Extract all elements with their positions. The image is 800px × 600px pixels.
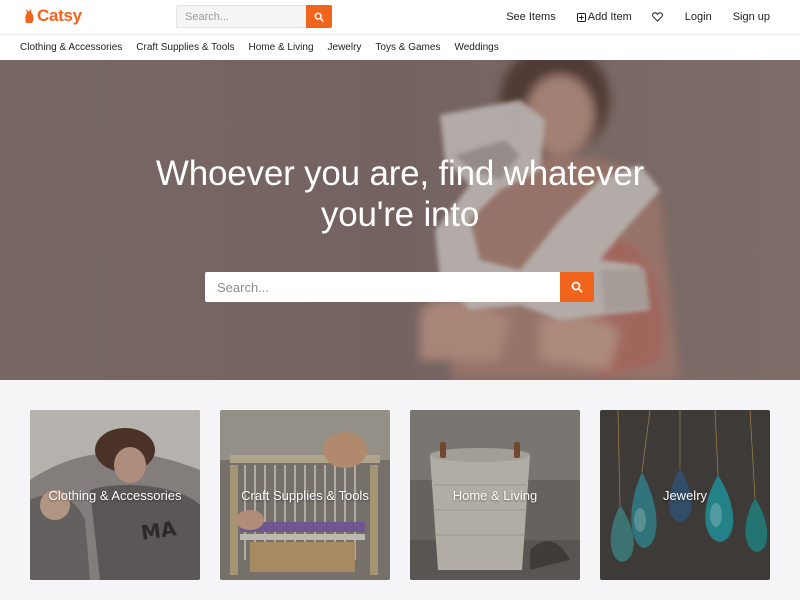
category-link-clothing[interactable]: Clothing & Accessories — [20, 42, 122, 53]
hero-title: Whoever you are, find whatever you're in… — [0, 153, 800, 235]
catsy-logo[interactable]: Catsy — [24, 6, 82, 26]
hero-title-line-1: Whoever you are, find whatever — [155, 154, 645, 193]
see-items-link[interactable]: See Items — [506, 11, 556, 23]
header-search — [176, 5, 332, 28]
header-search-button[interactable] — [306, 5, 332, 28]
brand-name: Catsy — [37, 6, 82, 25]
header-nav: See Items Add Item Login Sign up — [506, 0, 770, 34]
category-link-toys-games[interactable]: Toys & Games — [375, 42, 440, 53]
cat-silhouette-icon — [25, 9, 34, 23]
hero-search-input[interactable] — [205, 272, 560, 302]
tile-label-jewelry: Jewelry — [662, 488, 708, 503]
tile-label-craft-supplies: Craft Supplies & Tools — [241, 488, 369, 503]
tile-label-home-living: Home & Living — [452, 488, 538, 503]
category-tile-jewelry[interactable]: Jewelry — [600, 410, 770, 580]
category-tile-craft-supplies[interactable]: Craft Supplies & Tools — [220, 410, 390, 580]
search-icon — [571, 281, 583, 293]
category-tiles-section: MA Clothing & Accessories Craft Supplies… — [0, 380, 800, 600]
category-tile-home-living[interactable]: Home & Living — [410, 410, 580, 580]
hero-title-line-2: you're into — [320, 195, 480, 234]
tile-label-clothing: Clothing & Accessories — [48, 488, 182, 503]
heart-icon — [651, 12, 663, 22]
category-link-home-living[interactable]: Home & Living — [248, 42, 313, 53]
plus-square-icon — [576, 12, 586, 22]
add-item-label: Add Item — [587, 11, 632, 23]
category-tile-clothing[interactable]: MA Clothing & Accessories — [30, 410, 200, 580]
add-item-link[interactable]: Add Item — [576, 11, 632, 23]
favorites-button[interactable] — [651, 12, 663, 22]
hero-search-button[interactable] — [560, 272, 594, 302]
category-nav-bar: Clothing & Accessories Craft Supplies & … — [0, 34, 800, 60]
header-search-input[interactable] — [176, 5, 306, 28]
login-link[interactable]: Login — [685, 11, 712, 23]
hero-search — [205, 272, 594, 302]
category-link-weddings[interactable]: Weddings — [454, 42, 498, 53]
search-icon — [314, 12, 324, 22]
signup-link[interactable]: Sign up — [733, 11, 770, 23]
category-link-craft-supplies[interactable]: Craft Supplies & Tools — [136, 42, 234, 53]
top-header: Catsy See Items Add Item Login Sign u — [0, 0, 800, 34]
category-link-jewelry[interactable]: Jewelry — [328, 42, 362, 53]
hero-banner: Whoever you are, find whatever you're in… — [0, 60, 800, 380]
